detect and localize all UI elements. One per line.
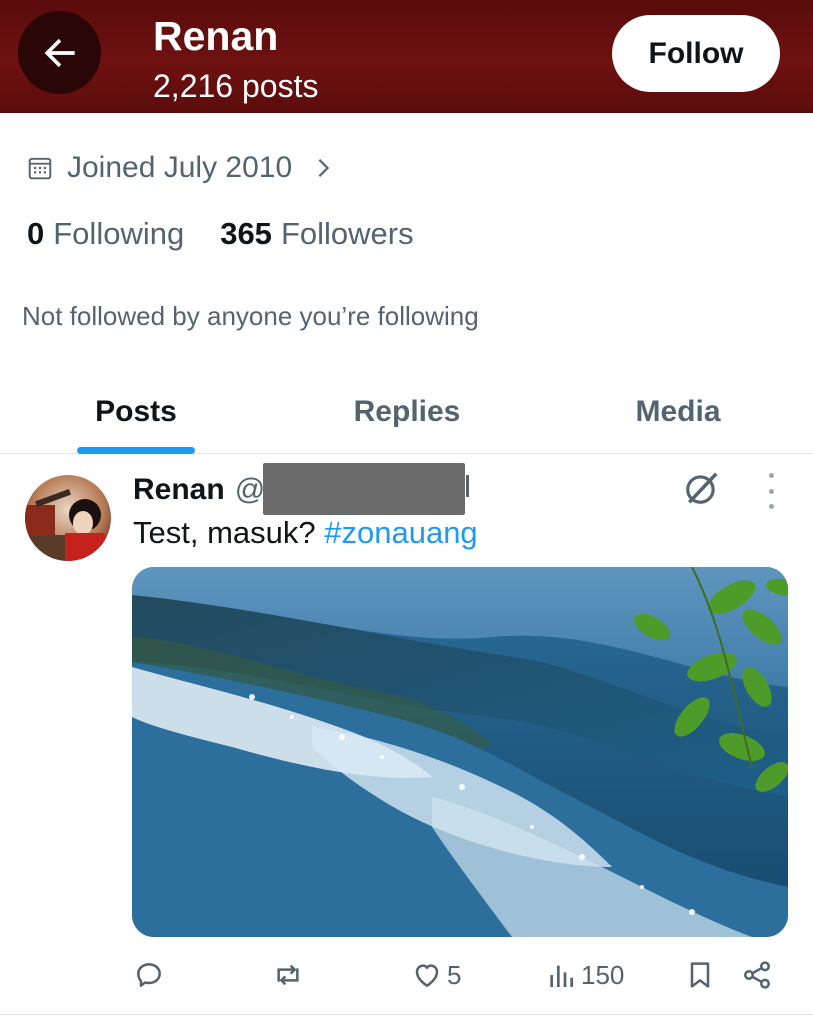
share-icon xyxy=(744,961,770,989)
repost-button[interactable] xyxy=(272,950,304,1000)
post-body: Test, masuk? xyxy=(133,515,325,550)
avatar[interactable] xyxy=(25,475,111,561)
post-actions: 5 150 xyxy=(0,950,813,1000)
hashtag-link[interactable]: #zonauang xyxy=(324,515,477,550)
profile-tabs: Posts Replies Media xyxy=(0,370,813,454)
active-tab-indicator xyxy=(77,447,195,454)
view-count: 150 xyxy=(581,959,625,990)
followers-count: 365 xyxy=(220,216,272,251)
tab-posts-label: Posts xyxy=(95,395,177,428)
grok-icon[interactable] xyxy=(683,469,721,507)
views-icon xyxy=(550,965,573,987)
post-text: Test, masuk? #zonauang xyxy=(133,513,478,553)
following-link[interactable]: 0 Following xyxy=(27,216,184,252)
reply-icon xyxy=(137,963,161,987)
tab-media-label: Media xyxy=(635,395,721,428)
tab-posts[interactable]: Posts xyxy=(70,370,202,454)
joined-date[interactable]: Joined July 2010 xyxy=(27,148,334,188)
handle-tail xyxy=(466,475,469,497)
more-options-icon[interactable] xyxy=(756,473,786,509)
header-name: Renan xyxy=(153,13,279,59)
followers-label: Followers xyxy=(280,216,414,251)
heart-icon xyxy=(415,964,439,987)
tab-replies-label: Replies xyxy=(353,395,461,428)
like-count: 5 xyxy=(447,959,462,990)
bookmark-icon xyxy=(690,962,710,988)
post-author-name[interactable]: Renan xyxy=(133,473,225,507)
arrow-left-icon xyxy=(44,38,75,67)
follow-stats: 0 Following 365 Followers xyxy=(27,213,414,255)
joined-label: Joined July 2010 xyxy=(67,151,293,184)
tab-replies[interactable]: Replies xyxy=(337,370,477,454)
not-followed-notice: Not followed by anyone you’re following xyxy=(22,301,479,331)
post-header: Renan @ xyxy=(133,469,265,511)
tab-media[interactable]: Media xyxy=(615,370,741,454)
following-count: 0 xyxy=(27,216,45,251)
bookmark-button[interactable] xyxy=(684,950,716,1000)
post-author-handle[interactable]: @ xyxy=(235,473,265,507)
header-post-count: 2,216 posts xyxy=(153,68,319,104)
like-button[interactable]: 5 xyxy=(411,950,461,1000)
profile-header: Renan 2,216 posts Follow xyxy=(0,0,813,113)
views-button[interactable]: 150 xyxy=(545,950,624,1000)
following-label: Following xyxy=(53,216,185,251)
calendar-icon xyxy=(28,157,52,180)
post-media-image[interactable] xyxy=(132,567,788,937)
followers-link[interactable]: 365 Followers xyxy=(220,216,413,252)
chevron-right-icon xyxy=(318,158,330,178)
repost-icon xyxy=(277,964,299,986)
back-button[interactable] xyxy=(18,11,101,94)
post-item[interactable]: Renan @ Test, masuk? #zonauang 5 150 xyxy=(0,455,813,1015)
reply-button[interactable] xyxy=(133,950,165,1000)
share-button[interactable] xyxy=(741,950,773,1000)
redacted-handle xyxy=(263,463,465,515)
follow-button[interactable]: Follow xyxy=(612,15,780,92)
